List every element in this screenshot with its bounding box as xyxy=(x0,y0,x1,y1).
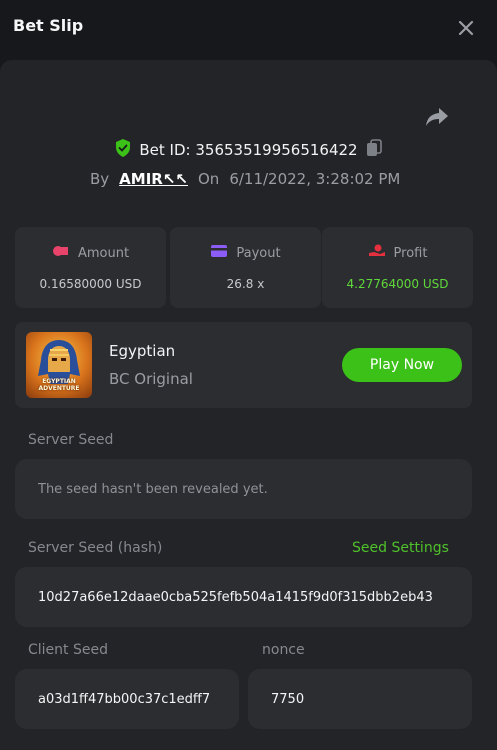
nonce-label: nonce xyxy=(262,642,305,658)
server-hash-value: 10d27a66e12daae0cba525fefb504a1415f9d0f3… xyxy=(38,589,433,605)
profit-label: Profit xyxy=(393,245,428,261)
server-hash-label: Server Seed (hash) xyxy=(28,540,163,556)
copy-icon[interactable] xyxy=(366,139,382,161)
shield-check-icon xyxy=(115,139,131,161)
client-seed-value: a03d1ff47bb00c37c1edff7 xyxy=(38,691,211,707)
play-now-button[interactable]: Play Now xyxy=(342,348,462,382)
by-label: By xyxy=(90,170,110,188)
coins-icon xyxy=(52,244,70,262)
bet-meta-row: By AMIR↖↖ On 6/11/2022, 3:28:02 PM xyxy=(90,168,400,190)
page-title: Bet Slip xyxy=(13,16,84,35)
hand-coin-icon xyxy=(368,244,386,262)
amount-value: 0.16580000 USD xyxy=(39,277,142,291)
share-icon[interactable] xyxy=(424,106,450,128)
bet-datetime: 6/11/2022, 3:28:02 PM xyxy=(229,170,401,188)
payout-value: 26.8 x xyxy=(226,277,265,291)
amount-label: Amount xyxy=(77,245,130,261)
username-link[interactable]: AMIR↖↖ xyxy=(119,170,188,188)
stat-payout: Payout 26.8 x xyxy=(170,227,321,308)
close-icon[interactable] xyxy=(454,16,478,40)
bet-id-row: Bet ID: 35653519956516422 xyxy=(0,138,497,162)
header: Bet Slip xyxy=(0,0,497,56)
card-icon xyxy=(210,244,228,262)
game-card: EGYPTIAN ADVENTURE Egyptian BC Original … xyxy=(15,322,472,408)
client-seed-label: Client Seed xyxy=(28,642,108,658)
game-thumbnail[interactable]: EGYPTIAN ADVENTURE xyxy=(26,332,92,398)
server-seed-field[interactable]: The seed hasn't been revealed yet. xyxy=(15,459,472,519)
nonce-field[interactable]: 7750 xyxy=(248,669,472,729)
profit-value: 4.27764000 USD xyxy=(346,277,449,291)
on-label: On xyxy=(197,170,220,188)
server-seed-placeholder: The seed hasn't been revealed yet. xyxy=(38,481,268,497)
stat-profit: Profit 4.27764000 USD xyxy=(322,227,473,308)
client-seed-field[interactable]: a03d1ff47bb00c37c1edff7 xyxy=(15,669,239,729)
server-hash-field[interactable]: 10d27a66e12daae0cba525fefb504a1415f9d0f3… xyxy=(15,567,472,627)
game-thumbnail-caption: EGYPTIAN ADVENTURE xyxy=(38,378,80,392)
payout-label: Payout xyxy=(236,245,281,261)
seed-settings-link[interactable]: Seed Settings xyxy=(352,540,449,556)
nonce-value: 7750 xyxy=(271,691,305,707)
server-seed-label: Server Seed xyxy=(28,432,114,448)
game-provider: BC Original xyxy=(109,370,193,388)
stat-amount: Amount 0.16580000 USD xyxy=(15,227,166,308)
game-name: Egyptian xyxy=(109,342,176,360)
bet-id: Bet ID: 35653519956516422 xyxy=(139,141,358,159)
